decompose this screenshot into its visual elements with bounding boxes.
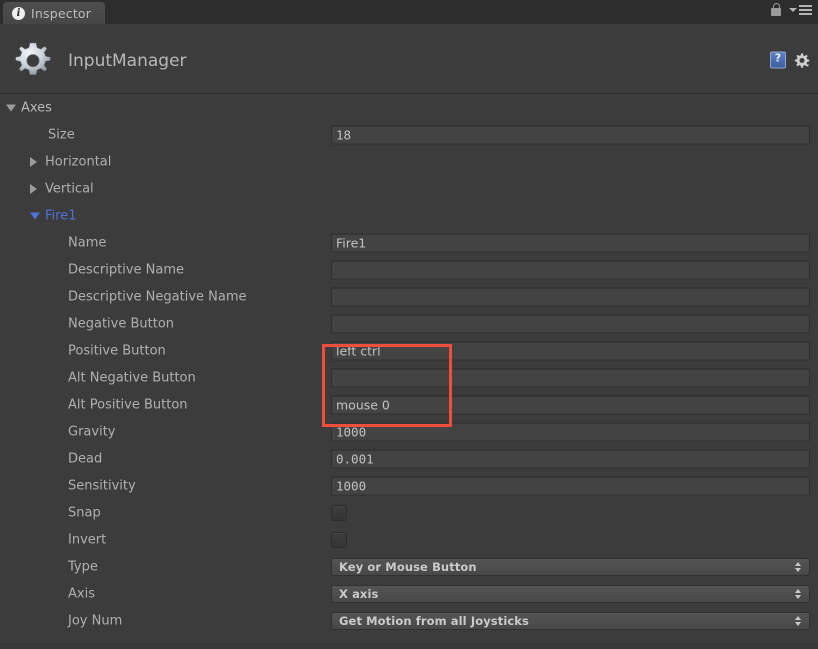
property-dropdown[interactable]: X axis (331, 584, 810, 603)
object-header: InputManager (0, 24, 818, 94)
property-input[interactable]: left ctrl (331, 341, 810, 360)
gear-settings-icon[interactable] (794, 52, 810, 68)
gear-icon (15, 42, 51, 75)
property-row[interactable]: Gravity 1000 (0, 418, 818, 445)
help-book-icon[interactable] (770, 51, 786, 69)
property-row[interactable]: Vertical (0, 175, 818, 202)
property-row[interactable]: Axes (0, 94, 818, 121)
object-header-actions (770, 51, 810, 69)
property-row[interactable]: Joy Num Get Motion from all Joysticks (0, 607, 818, 634)
lock-icon[interactable] (771, 3, 782, 17)
property-row[interactable]: Positive Button left ctrl (0, 337, 818, 364)
property-label: Negative Button (68, 316, 175, 331)
property-row[interactable]: Negative Button (0, 310, 818, 337)
inspector-properties-list[interactable]: Axes Size 18 Horizontal Vertical Fire1 Name Fir… (0, 94, 818, 649)
property-value: mouse 0 (336, 397, 390, 412)
hamburger-menu-icon[interactable] (789, 5, 812, 15)
unity-inspector-window: i Inspector InputManager ? Axes Size 18 … (0, 0, 818, 649)
property-dropdown-value: Get Motion from all Joysticks (339, 613, 529, 628)
tab-inspector-label: Inspector (31, 5, 92, 21)
property-label: Axis (68, 586, 95, 601)
property-value: 1000 (336, 424, 367, 439)
property-row[interactable]: Type Key or Mouse Button (0, 553, 818, 580)
property-label: Type (68, 559, 98, 574)
property-dropdown[interactable]: Key or Mouse Button (331, 557, 810, 576)
property-label: Positive Button (68, 343, 166, 358)
property-label: Dead (68, 451, 103, 466)
property-value: 18 (336, 127, 352, 142)
property-row[interactable]: Size 18 (0, 121, 818, 148)
property-row[interactable]: Descriptive Name (0, 256, 818, 283)
property-input[interactable]: 1000 (331, 422, 810, 441)
property-row[interactable]: Dead 0.001 (0, 445, 818, 472)
property-label: Size (48, 127, 75, 142)
tab-bar-actions (771, 3, 812, 17)
updown-arrows-icon (794, 561, 803, 573)
property-label: Name (68, 235, 107, 250)
property-dropdown-value: X axis (339, 586, 379, 601)
property-row[interactable]: Descriptive Negative Name (0, 283, 818, 310)
property-label: Horizontal (45, 154, 112, 169)
property-row[interactable]: Alt Negative Button (0, 364, 818, 391)
property-label: Descriptive Negative Name (68, 289, 247, 304)
property-value: left ctrl (336, 343, 381, 358)
property-row[interactable]: Horizontal (0, 148, 818, 175)
property-row[interactable]: Sensitivity 1000 (0, 472, 818, 499)
property-input[interactable] (331, 260, 810, 279)
property-row[interactable]: Fire1 (0, 202, 818, 229)
chevron-down-icon[interactable] (6, 104, 16, 111)
property-input[interactable] (331, 314, 810, 333)
property-label: Sensitivity (68, 478, 136, 493)
property-row[interactable]: Invert (0, 526, 818, 553)
property-input[interactable]: 1000 (331, 476, 810, 495)
property-label: Axes (21, 100, 52, 115)
property-input[interactable]: 0.001 (331, 449, 810, 468)
property-input[interactable]: mouse 0 (331, 395, 810, 414)
tab-bar: i Inspector (0, 0, 818, 25)
property-label: Invert (68, 532, 107, 547)
property-label: Fire1 (45, 208, 77, 223)
property-label: Alt Negative Button (68, 370, 196, 385)
property-input[interactable]: Fire1 (331, 233, 810, 252)
updown-arrows-icon (794, 615, 803, 627)
property-row[interactable]: Snap (0, 499, 818, 526)
property-checkbox[interactable] (331, 504, 347, 521)
info-icon: i (12, 6, 25, 20)
property-row[interactable]: Axis X axis (0, 580, 818, 607)
property-value: 1000 (336, 478, 367, 493)
property-label: Gravity (68, 424, 116, 439)
property-label: Joy Num (68, 613, 123, 628)
property-checkbox[interactable] (331, 531, 347, 548)
property-dropdown-value: Key or Mouse Button (339, 559, 477, 574)
property-row[interactable]: Name Fire1 (0, 229, 818, 256)
next-row-sliver (0, 643, 818, 649)
page-title: InputManager (68, 51, 187, 71)
property-input[interactable] (331, 368, 810, 387)
property-label: Descriptive Name (68, 262, 185, 277)
property-row[interactable]: Alt Positive Button mouse 0 (0, 391, 818, 418)
property-dropdown[interactable]: Get Motion from all Joysticks (331, 611, 810, 630)
property-label: Vertical (45, 181, 94, 196)
property-label: Alt Positive Button (68, 397, 188, 412)
chevron-right-icon[interactable] (30, 156, 37, 167)
property-input[interactable]: 18 (331, 125, 810, 144)
chevron-down-icon[interactable] (30, 212, 40, 219)
property-label: Snap (68, 505, 101, 520)
tab-inspector[interactable]: i Inspector (3, 2, 106, 24)
updown-arrows-icon (794, 588, 803, 600)
property-value: 0.001 (336, 451, 374, 466)
chevron-right-icon[interactable] (30, 183, 37, 194)
property-value: Fire1 (336, 235, 367, 250)
property-input[interactable] (331, 287, 810, 306)
